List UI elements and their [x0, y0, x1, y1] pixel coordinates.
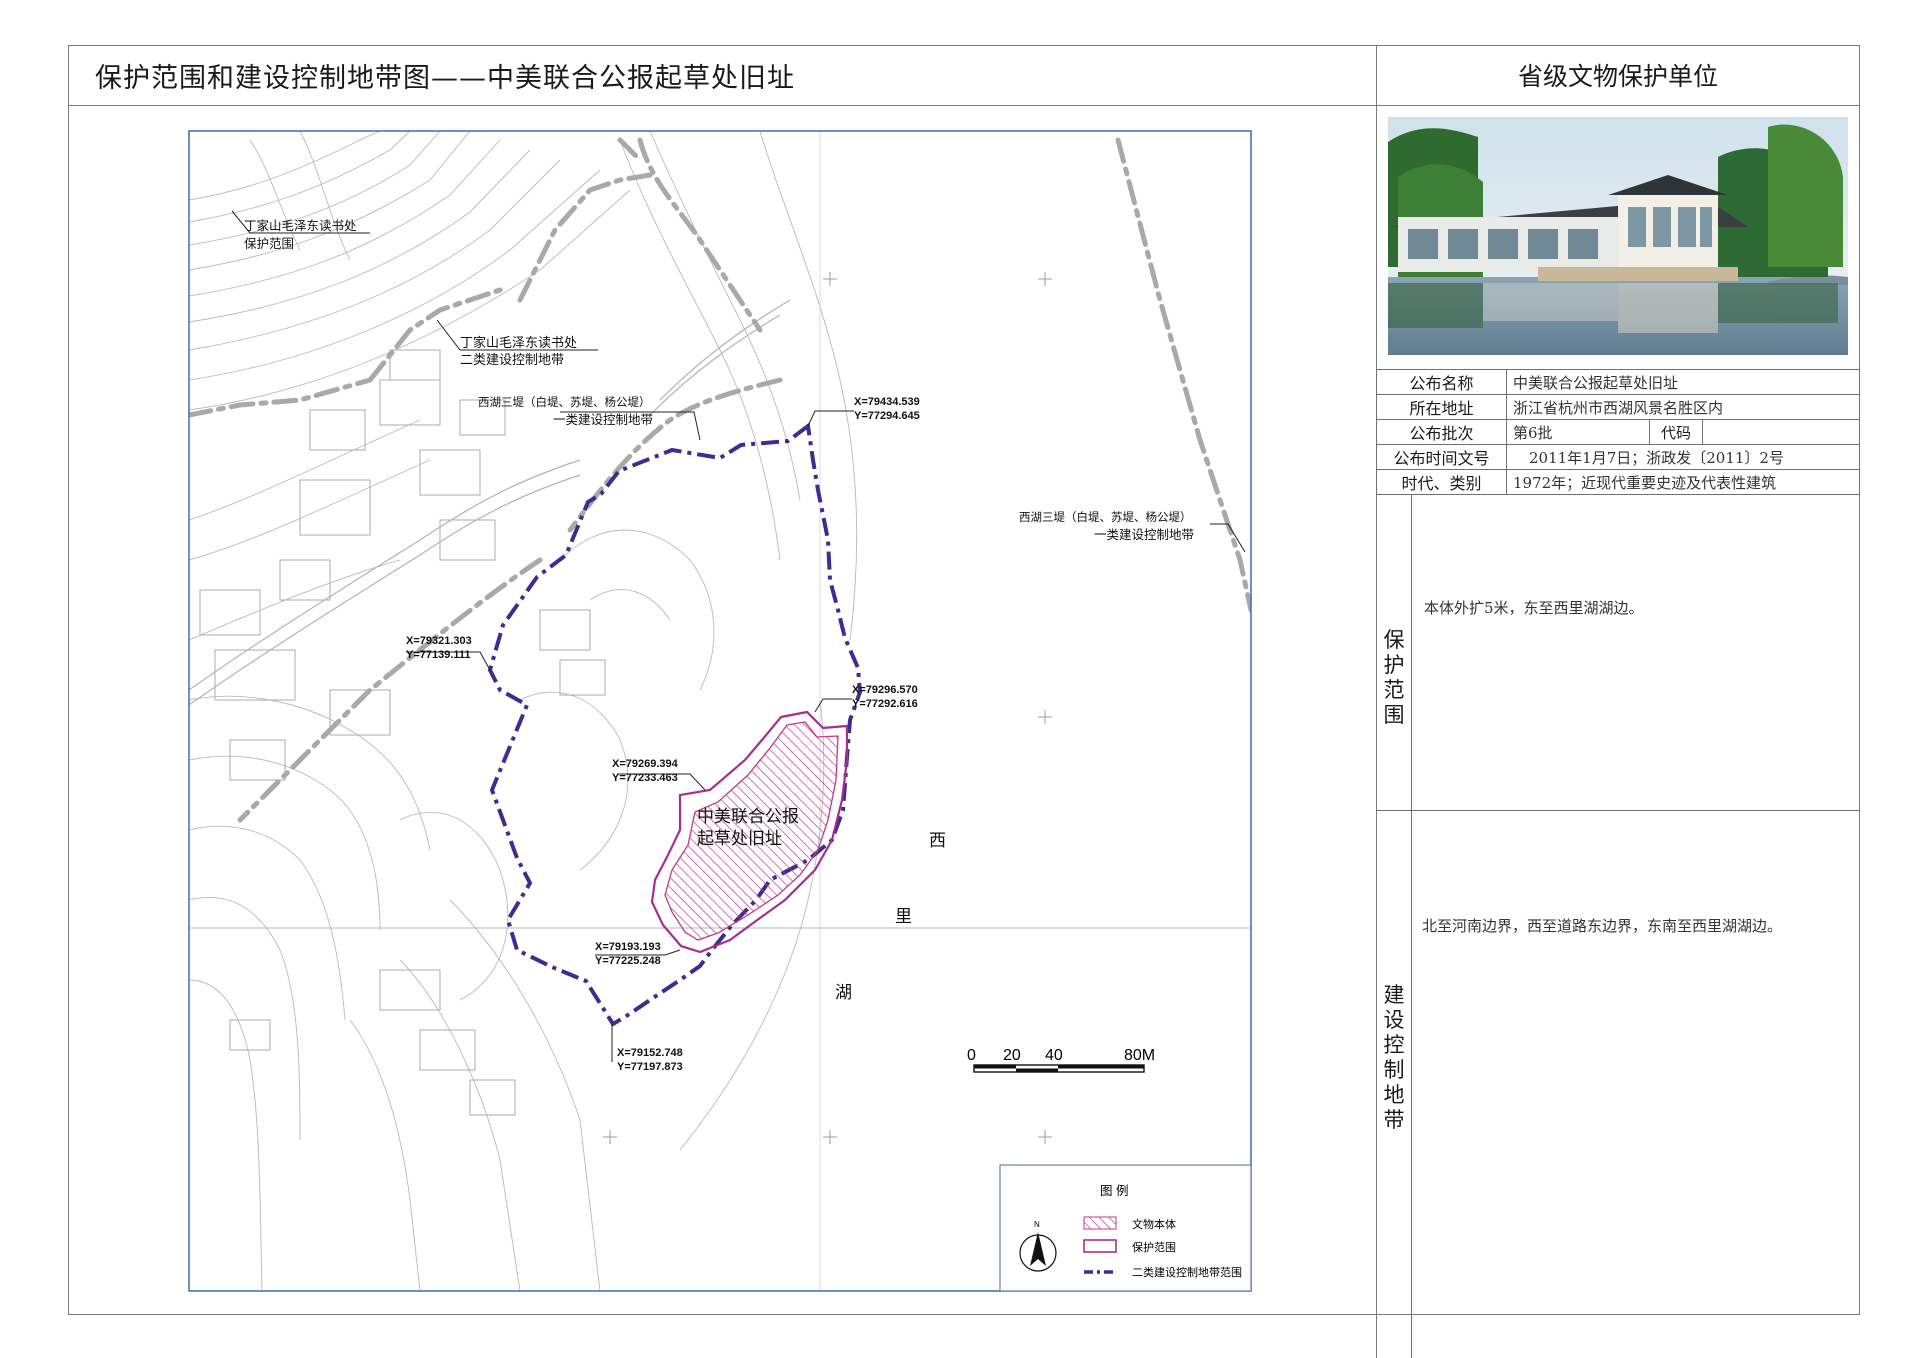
legend-label-control: 二类建设控制地带范围 [1132, 1265, 1242, 1279]
control-heading: 建设控制地带 [1383, 983, 1405, 1132]
info-value-date: 2011年1月7日；浙政发〔2011〕2号 [1506, 444, 1860, 470]
info-row: 时代、类别 1972年；近现代重要史迹及代表性建筑 [1376, 469, 1860, 495]
coord-x-3: X=79296.570 [852, 684, 918, 696]
legend: 图 例 文物本体 保护范围 二类建设控制地带范围 N [999, 1164, 1252, 1292]
info-row: 公布名称 中美联合公报起草处旧址 [1376, 369, 1860, 395]
coord-x-1: X=79434.539 [854, 396, 920, 408]
coord-y-2: Y=77139.111 [406, 649, 471, 661]
legend-label-site: 文物本体 [1132, 1217, 1176, 1231]
info-value-batch: 第6批 [1506, 419, 1650, 445]
label-xihu-right-1: 西湖三堤（白堤、苏堤、杨公堤） [1019, 510, 1192, 524]
scale-tick-80m: 80M [1124, 1047, 1155, 1064]
legend-label-protect: 保护范围 [1132, 1240, 1176, 1254]
coord-y-3: Y=77292.616 [852, 698, 918, 710]
info-value-name: 中美联合公报起草处旧址 [1506, 369, 1860, 395]
label-dingjia-control-1: 丁家山毛泽东读书处 [460, 335, 577, 350]
label-dingjia-protect-1: 丁家山毛泽东读书处 [244, 218, 357, 233]
label-xihu-right-2: 一类建设控制地带 [1094, 527, 1194, 542]
section-column-divider [1411, 495, 1412, 1358]
coord-x-6: X=79152.748 [617, 1047, 683, 1059]
info-key-address: 所在地址 [1376, 394, 1507, 420]
coord-y-4: Y=77233.463 [612, 772, 678, 784]
north-label: N [1034, 1220, 1040, 1229]
protection-heading: 保护范围 [1383, 628, 1405, 727]
base-topography [189, 131, 1251, 1291]
scale-tick-0: 0 [967, 1047, 976, 1064]
info-row: 所在地址 浙江省杭州市西湖风景名胜区内 [1376, 394, 1860, 420]
scale-tick-20: 20 [1003, 1047, 1021, 1064]
legend-title: 图 例 [1100, 1184, 1128, 1198]
label-site-1: 中美联合公报 [697, 807, 799, 826]
legend-swatch-site [1083, 1216, 1117, 1230]
coord-x-2: X=79321.303 [406, 635, 472, 647]
control-text: 北至河南边界，西至道路东边界，东南至西里湖湖边。 [1422, 917, 1783, 935]
info-value-address: 浙江省杭州市西湖风景名胜区内 [1506, 394, 1860, 420]
site-photo [1388, 117, 1848, 355]
coord-y-5: Y=77225.248 [595, 955, 661, 967]
label-site-2: 起草处旧址 [697, 829, 782, 848]
info-value-era: 1972年；近现代重要史迹及代表性建筑 [1506, 469, 1860, 495]
info-key-batch: 公布批次 [1376, 419, 1507, 445]
label-xihu-left-1: 西湖三堤（白堤、苏堤、杨公堤） [478, 395, 651, 409]
coord-y-1: Y=77294.645 [854, 410, 920, 422]
info-key-name: 公布名称 [1376, 369, 1507, 395]
info-value-code [1702, 419, 1860, 445]
label-dingjia-control-2: 二类建设控制地带 [460, 352, 564, 367]
label-dingjia-protect-2: 保护范围 [244, 237, 294, 251]
info-key-era: 时代、类别 [1376, 469, 1507, 495]
coord-x-4: X=79269.394 [612, 758, 679, 770]
info-row: 公布时间文号 2011年1月7日；浙政发〔2011〕2号 [1376, 444, 1860, 470]
info-key-date: 公布时间文号 [1376, 444, 1507, 470]
info-table: 公布名称 中美联合公报起草处旧址 所在地址 浙江省杭州市西湖风景名胜区内 公布批… [1376, 369, 1860, 495]
label-lake-1: 西 [929, 831, 946, 850]
scale-tick-40: 40 [1045, 1047, 1063, 1064]
label-lake-3: 湖 [835, 983, 852, 1002]
coord-x-5: X=79193.193 [595, 941, 661, 953]
label-lake-2: 里 [895, 907, 912, 926]
coord-y-6: Y=77197.873 [617, 1061, 683, 1073]
protection-text: 本体外扩5米，东至西里湖湖边。 [1424, 599, 1644, 617]
section-row-divider [1376, 810, 1860, 811]
info-row: 公布批次 第6批 代码 [1376, 419, 1860, 445]
info-key-code: 代码 [1649, 419, 1703, 445]
label-xihu-left-2: 一类建设控制地带 [553, 412, 653, 427]
